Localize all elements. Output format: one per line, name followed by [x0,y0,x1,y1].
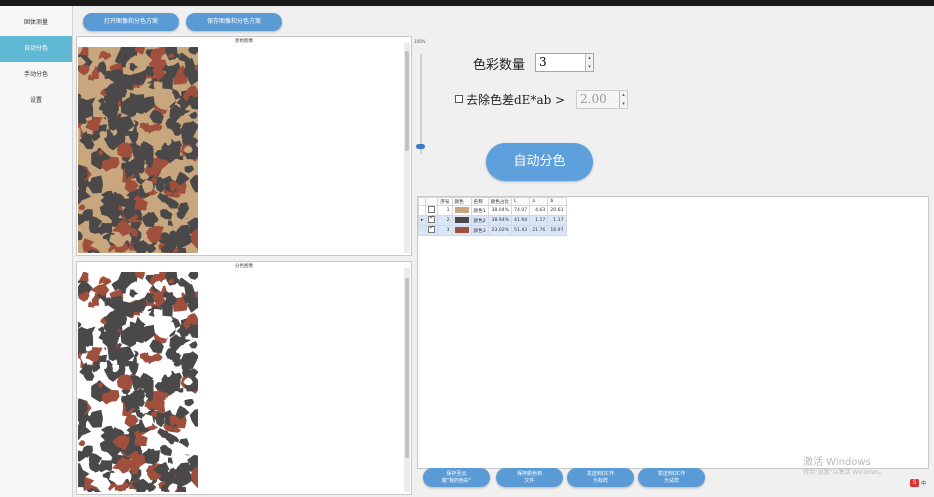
spin-up-icon[interactable]: ▴ [586,54,593,63]
cell-a: 21.76 [529,225,549,236]
column-header[interactable]: 序号 [437,197,453,206]
remove-diff-spinner[interactable]: 2.00 ▴ ▾ [576,90,628,109]
cell-name: 颜色1 [470,205,489,216]
column-header[interactable] [425,197,439,206]
original-vertical-scrollbar[interactable] [404,43,410,253]
table-row[interactable]: 1 颜色1 38.04% 74.07 4.63 20.61 [417,205,567,216]
remove-diff-label: 去除色差dE*ab > [466,93,566,107]
separated-image-panel: 分色图像 [76,261,412,495]
table-header-row: 序号 颜色 名称 颜色占比 La b [417,197,567,206]
cell-ratio: 38.94% [487,215,513,226]
sidebar: 固体测量 自动分色 手动分色 设置 [0,6,73,497]
spin-up-icon[interactable]: ▴ [620,91,627,100]
spin-down-icon[interactable]: ▾ [620,100,627,109]
cell-l: 74.07 [511,205,531,216]
sidebar-item-0[interactable]: 固体测量 [0,10,72,36]
zoom-slider-label: 100% [414,39,426,44]
remove-diff-spin-buttons[interactable]: ▴ ▾ [619,91,627,108]
column-header[interactable]: 颜色 [451,197,472,206]
cell-ratio: 23.02% [487,225,513,236]
row-checkbox[interactable] [428,224,436,233]
row-checkbox-cell[interactable] [425,224,439,236]
separated-vertical-scrollbar[interactable] [404,268,410,492]
cell-index: 2 [437,215,453,226]
color-table: 序号颜色名称颜色占比Lab 1 颜色138.04%74.074.6320.61 ▸ 2… [417,196,929,469]
color-count-label: 色彩数量 [473,58,526,73]
table-row[interactable]: ▸2颜色238.94%41.941.171.17 [417,214,567,226]
cell-l: 41.94 [511,215,531,226]
cell-marker [417,205,427,216]
column-header[interactable]: 名称 [470,197,489,206]
separated-scroll-thumb[interactable] [405,278,409,458]
camo-blob [78,342,87,354]
cell-marker: ▸ [417,215,427,226]
column-header[interactable]: b [547,197,567,206]
zoom-slider-knob[interactable] [416,144,425,149]
open-scheme-button[interactable]: 打开图像和分色方案 [83,13,179,31]
camo-blob [78,112,87,124]
ime-logo-icon[interactable]: S [910,479,919,487]
watermark-subtitle: 转到"设置"以激活 Windows。 [803,469,886,476]
cell-a: 4.63 [529,205,549,216]
color-swatch-cell [451,225,472,236]
color-data-grid: 序号颜色名称颜色占比Lab 1 颜色138.04%74.074.6320.61 ▸ 2… [417,197,567,236]
bottom-action-button-3[interactable]: 发送到QC作 为试样 [638,468,705,487]
ime-mode-indicator[interactable]: 中 [921,480,926,487]
color-swatch [454,227,469,234]
sidebar-item-1[interactable]: 自动分色 [0,36,72,62]
color-count-spinner[interactable]: 3 ▴ ▾ [535,53,594,72]
sidebar-item-2[interactable]: 手动分色 [0,62,72,88]
cell-b: 1.17 [547,215,567,226]
separated-image-title: 分色图像 [235,264,253,269]
cell-index: 3 [437,225,453,236]
row-checkbox[interactable] [428,214,436,223]
cell-a: 1.17 [529,215,549,226]
watermark-title: 激活 Windows [803,457,871,468]
color-count-spin-buttons[interactable]: ▴ ▾ [585,54,593,71]
spin-down-icon[interactable]: ▾ [586,63,593,72]
cell-name: 颜色2 [470,215,489,226]
bottom-action-button-2[interactable]: 发送到QC作 为标样 [567,468,634,487]
zoom-slider-track[interactable] [420,54,422,154]
color-swatch-cell [451,205,472,216]
cell-ratio: 38.04% [487,205,513,216]
save-scheme-button[interactable]: 保存图像和分色方案 [186,13,282,31]
app-window: 固体测量 自动分色 手动分色 设置 打开图像和分色方案 保存图像和分色方案 原始图像 … [0,6,934,497]
sidebar-list: 固体测量 自动分色 手动分色 设置 [0,10,72,114]
auto-separate-button[interactable]: 自动分色 [486,143,593,181]
color-swatch [454,217,469,224]
column-header[interactable]: 颜色占比 [487,197,513,206]
remove-diff-checkbox[interactable] [455,95,463,103]
color-swatch-cell [451,215,472,226]
color-swatch [454,207,469,214]
bottom-action-button-1[interactable]: 保存颜色到 文件 [496,468,563,487]
original-camo-image [78,47,198,253]
color-count-value: 3 [539,55,547,69]
separated-camo-image [78,272,198,492]
column-header[interactable]: a [529,197,549,206]
original-image-title: 原始图像 [235,39,253,44]
sidebar-item-3[interactable]: 设置 [0,88,72,114]
cell-name: 颜色3 [470,225,489,236]
cell-b: 20.61 [547,205,567,216]
row-checkbox[interactable] [428,206,436,213]
cell-b: 16.97 [547,225,567,236]
column-header[interactable]: L [511,197,531,206]
table-row[interactable]: 3 颜色323.02%51.4321.7616.97 [417,224,567,236]
remove-diff-value: 2.00 [580,92,607,106]
column-header[interactable] [417,197,427,206]
bottom-action-button-0[interactable]: 保存至云 端"我的色彩" [423,468,490,487]
original-scroll-thumb[interactable] [405,51,409,151]
cell-l: 51.43 [511,225,531,236]
cell-marker [417,225,427,236]
original-image-panel: 原始图像 [76,36,412,256]
cell-index: 1 [437,205,453,216]
